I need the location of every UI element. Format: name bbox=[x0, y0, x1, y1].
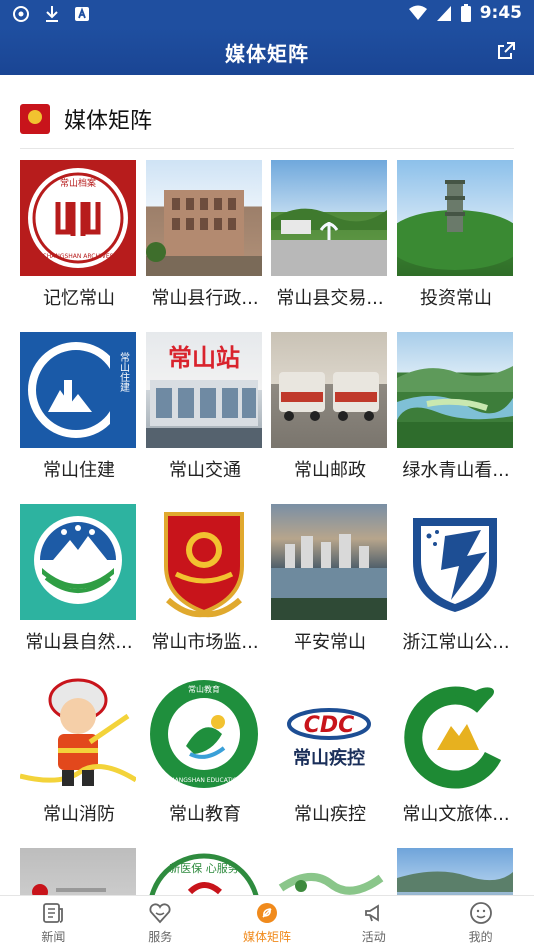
edu-bottom-text: CHANGSHAN EDUCATION bbox=[166, 777, 242, 784]
tab-activity[interactable]: 活动 bbox=[320, 896, 427, 950]
media-item-investment[interactable]: 投资常山 bbox=[397, 160, 515, 310]
media-thumb bbox=[20, 504, 136, 620]
media-thumb bbox=[397, 848, 513, 895]
section-header: 媒体矩阵 bbox=[20, 103, 152, 135]
media-item-wenlv[interactable]: 常山文旅体... bbox=[397, 676, 515, 826]
media-thumb bbox=[271, 160, 387, 276]
media-item-label: 记忆常山 bbox=[43, 288, 115, 309]
tab-label: 媒体矩阵 bbox=[242, 930, 291, 944]
media-item-row5-2[interactable]: 新医保 心服务 bbox=[146, 848, 264, 895]
share-icon[interactable] bbox=[496, 41, 516, 61]
signal-icon bbox=[436, 6, 451, 21]
media-item-trading[interactable]: 常山县交易... bbox=[271, 160, 389, 310]
media-thumb: 常山站 bbox=[146, 332, 262, 448]
status-time: 9:45 bbox=[479, 3, 522, 23]
media-item-label: 常山邮政 bbox=[294, 460, 366, 481]
media-item-label: 常山县交易... bbox=[276, 288, 384, 309]
media-item-label: 平安常山 bbox=[294, 632, 366, 653]
archives-bottom-text: CHANGSHAN ARCHIVES bbox=[43, 253, 114, 260]
app-bar: 媒体矩阵 bbox=[0, 28, 534, 75]
media-item-label: 投资常山 bbox=[420, 288, 492, 309]
media-thumb bbox=[271, 848, 387, 895]
media-item-zhujian[interactable]: 常山住建 常山住建 bbox=[20, 332, 138, 482]
media-item-lvshui[interactable]: 绿水青山看... bbox=[397, 332, 515, 482]
media-item-label: 常山教育 bbox=[169, 804, 241, 825]
tab-label: 我的 bbox=[468, 930, 493, 944]
media-item-label: 常山市场监... bbox=[151, 632, 259, 653]
media-thumb bbox=[271, 504, 387, 620]
divider bbox=[20, 148, 514, 149]
cdc-cn-text: 常山疾控 bbox=[293, 747, 365, 769]
tab-label: 活动 bbox=[361, 930, 386, 944]
media-item-label: 常山交通 bbox=[169, 460, 241, 481]
media-thumb bbox=[271, 332, 387, 448]
edu-top-text: 常山教育 bbox=[188, 684, 220, 694]
media-thumb bbox=[397, 160, 513, 276]
media-item-gongan[interactable]: 浙江常山公... bbox=[397, 504, 515, 654]
activity-icon bbox=[364, 904, 379, 922]
media-item-label: 常山文旅体... bbox=[402, 804, 510, 825]
media-item-jiaoyu[interactable]: 常山教育 CHANGSHAN EDUCATION 常山教育 bbox=[146, 676, 264, 826]
media-item-jiaotong[interactable]: 常山站 常山交通 bbox=[146, 332, 264, 482]
media-item-label: 常山住建 bbox=[43, 460, 115, 481]
bottom-tab-bar: 新闻 服务 媒体矩阵 活动 我的 bbox=[0, 895, 534, 950]
media-item-label: 常山县自然... bbox=[25, 632, 133, 653]
media-item-shichang[interactable]: 常山市场监... bbox=[146, 504, 264, 654]
station-sign-text: 常山站 bbox=[168, 344, 240, 372]
media-item-label: 常山县行政... bbox=[151, 288, 259, 309]
tab-label: 服务 bbox=[148, 930, 173, 944]
media-thumb bbox=[397, 504, 513, 620]
media-item-youzheng[interactable]: 常山邮政 bbox=[271, 332, 389, 482]
media-thumb bbox=[397, 676, 513, 792]
news-icon bbox=[43, 903, 64, 923]
service-icon bbox=[149, 903, 171, 924]
tab-news[interactable]: 新闻 bbox=[0, 896, 107, 950]
profile-icon bbox=[469, 902, 492, 924]
media-item-jiyi-changshan[interactable]: 常山档案 CHANGSHAN ARCHIVES 记忆常山 bbox=[20, 160, 138, 310]
media-thumb: 新医保 心服务 bbox=[146, 848, 262, 895]
download-icon bbox=[46, 6, 58, 22]
slogan-text: 新医保 心服务 bbox=[169, 861, 239, 875]
media-item-ziran[interactable]: 常山县自然... bbox=[20, 504, 138, 654]
media-thumb: CDC 常山疾控 bbox=[271, 676, 387, 792]
page-title: 媒体矩阵 bbox=[225, 42, 309, 66]
media-item-pingan[interactable]: 平安常山 bbox=[271, 504, 389, 654]
archives-top-text: 常山档案 bbox=[60, 177, 96, 189]
notification-a-icon bbox=[75, 7, 89, 21]
section-title: 媒体矩阵 bbox=[64, 109, 153, 134]
media-thumb: 常山教育 CHANGSHAN EDUCATION bbox=[146, 676, 262, 792]
media-matrix-icon bbox=[256, 903, 277, 923]
media-thumb bbox=[20, 676, 136, 792]
media-thumb: 常山住建 bbox=[20, 332, 136, 448]
media-item-xiaofang[interactable]: 常山消防 bbox=[20, 676, 138, 826]
media-thumb: 常山档案 CHANGSHAN ARCHIVES bbox=[20, 160, 136, 276]
media-thumb bbox=[146, 504, 262, 620]
media-item-row5-1[interactable] bbox=[20, 848, 138, 895]
battery-icon bbox=[460, 4, 471, 22]
media-thumb bbox=[20, 848, 136, 895]
media-item-row5-4[interactable] bbox=[397, 848, 515, 895]
media-item-label: 常山疾控 bbox=[294, 804, 366, 825]
media-thumb bbox=[397, 332, 513, 448]
media-thumb bbox=[146, 160, 262, 276]
tab-label: 新闻 bbox=[41, 930, 66, 944]
tab-service[interactable]: 服务 bbox=[107, 896, 214, 950]
cdc-text: CDC bbox=[304, 713, 355, 738]
media-matrix-section: 媒体矩阵 常山档案 CHANGSHAN ARCHIVES 记忆常山 常山县行政.… bbox=[0, 75, 534, 895]
zhujian-text: 常山住建 bbox=[118, 351, 130, 392]
media-item-row5-3[interactable] bbox=[271, 848, 389, 895]
media-item-jikong[interactable]: CDC 常山疾控 常山疾控 bbox=[271, 676, 389, 826]
media-item-label: 浙江常山公... bbox=[402, 632, 510, 653]
media-item-label: 绿水青山看... bbox=[402, 460, 510, 481]
media-item-label: 常山消防 bbox=[43, 804, 115, 825]
wifi-icon bbox=[408, 5, 427, 20]
tab-media-matrix[interactable]: 媒体矩阵 bbox=[214, 896, 321, 950]
status-bar: 9:45 bbox=[0, 0, 534, 28]
national-emblem-icon bbox=[20, 104, 50, 134]
media-item-administration[interactable]: 常山县行政... bbox=[146, 160, 264, 310]
tab-profile[interactable]: 我的 bbox=[427, 896, 534, 950]
sync-icon bbox=[13, 6, 29, 22]
